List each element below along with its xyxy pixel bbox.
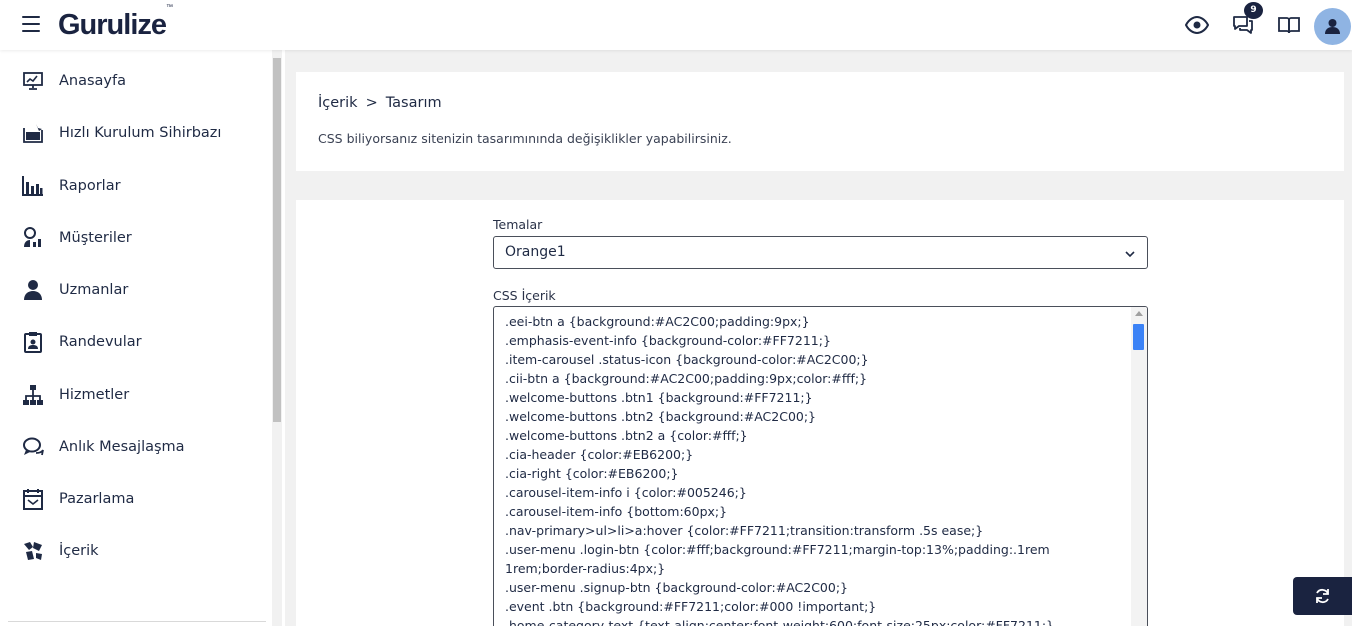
css-editor-card: Temalar Orange1 CSS İçerik .eei-btn a {b… (296, 200, 1344, 626)
sidebar-divider (8, 621, 266, 622)
book-icon[interactable] (1277, 13, 1303, 37)
css-code-line: .user-menu .signup-btn {background-color… (505, 580, 848, 595)
css-code-line: .nav-primary>ul>li>a:hover {color:#FF721… (505, 523, 984, 538)
refresh-button[interactable] (1293, 577, 1352, 615)
sidebar-item-label: Uzmanlar (59, 282, 129, 298)
scroll-up-arrow-icon[interactable] (1135, 311, 1143, 316)
sidebar-scrollbar-thumb[interactable] (273, 58, 281, 422)
sidebar-item-raporlar[interactable]: Raporlar (0, 164, 270, 208)
marketing-icon (22, 488, 44, 510)
sidebar-item-anasayfa[interactable]: Anasayfa (0, 59, 270, 103)
css-code-line: .welcome-buttons .btn2 a {color:#fff;} (505, 428, 748, 443)
css-code-line: .cia-header {color:#EB6200;} (505, 447, 694, 462)
page-header-card: İçerik > Tasarım CSS biliyorsanız sitenizi… (296, 72, 1344, 171)
sidebar-item-randevular[interactable]: Randevular (0, 320, 270, 364)
top-header: Gurulize™ 9 (0, 0, 1352, 50)
breadcrumb-parent[interactable]: İçerik (318, 95, 358, 111)
brand-logo[interactable]: Gurulize™ (58, 4, 173, 42)
sidebar-item-hizmetler[interactable]: Hizmetler (0, 373, 270, 417)
clipboard-icon (22, 331, 44, 353)
sidebar-item-label: Müşteriler (59, 230, 132, 246)
hamburger-menu-icon[interactable] (22, 16, 40, 32)
css-content-label: CSS İçerik (493, 288, 556, 303)
customers-icon (22, 227, 44, 249)
sidebar-item-icerik[interactable]: İçerik (0, 529, 270, 573)
textarea-scrollbar-thumb[interactable] (1133, 324, 1144, 350)
logo-trademark: ™ (166, 4, 174, 12)
sidebar-item-label: Pazarlama (59, 491, 135, 507)
hierarchy-icon (22, 384, 44, 406)
sidebar-item-pazarlama[interactable]: Pazarlama (0, 477, 270, 521)
sidebar-item-label: Anasayfa (59, 73, 127, 89)
user-icon (1325, 19, 1340, 34)
css-code-line: .item-carousel .status-icon {background-… (505, 352, 869, 367)
css-code-line: .user-menu .login-btn {color:#fff;backgr… (505, 542, 1050, 576)
bar-chart-icon (22, 175, 44, 197)
css-code-line: .event .btn {background:#FF7211;color:#0… (505, 599, 877, 614)
sidebar-item-label: Randevular (59, 334, 142, 350)
sidebar-item-label: Anlık Mesajlaşma (59, 439, 185, 455)
css-code-line: .cii-btn a {background:#AC2C00;padding:9… (505, 371, 868, 386)
chat-bubbles-icon (22, 436, 44, 458)
css-content-textarea[interactable]: .eei-btn a {background:#AC2C00;padding:9… (493, 306, 1148, 626)
page-description: CSS biliyorsanız sitenizin tasarımınında… (318, 131, 732, 146)
sidebar-item-label: Hizmetler (59, 387, 130, 403)
user-avatar[interactable] (1314, 8, 1351, 45)
eye-icon[interactable] (1184, 13, 1211, 37)
wizard-icon (22, 122, 44, 144)
dashboard-icon (22, 70, 44, 92)
css-code-lines: .eei-btn a {background:#AC2C00;padding:9… (505, 312, 1130, 626)
notification-badge: 9 (1244, 2, 1263, 19)
sidebar-item-anlik-mesajlasma[interactable]: Anlık Mesajlaşma (0, 425, 270, 469)
sidebar-item-label: Hızlı Kurulum Sihirbazı (59, 125, 222, 141)
sidebar: Anasayfa Hızlı Kurulum Sihirbazı Raporla… (0, 50, 285, 626)
theme-select-value: Orange1 (505, 244, 566, 260)
breadcrumb-current: Tasarım (385, 95, 442, 111)
css-code-line: .carousel-item-info i {color:#005246;} (505, 485, 747, 500)
textarea-scrollbar-track[interactable] (1131, 307, 1147, 626)
css-code-line: .carousel-item-info {bottom:60px;} (505, 504, 728, 519)
sidebar-item-musteriler[interactable]: Müşteriler (0, 216, 270, 260)
css-code-line: .emphasis-event-info {background-color:#… (505, 333, 831, 348)
css-code-line: .eei-btn a {background:#AC2C00;padding:9… (505, 314, 810, 329)
theme-label: Temalar (493, 217, 543, 232)
sidebar-item-label: İçerik (59, 543, 99, 559)
css-code-line: .cia-right {color:#EB6200;} (505, 466, 679, 481)
css-code-line: .welcome-buttons .btn2 {background:#AC2C… (505, 409, 817, 424)
sidebar-item-uzmanlar[interactable]: Uzmanlar (0, 268, 270, 312)
css-code-line: .welcome-buttons .btn1 {background:#FF72… (505, 390, 813, 405)
refresh-icon (1316, 588, 1329, 604)
chevron-down-icon (1123, 246, 1137, 260)
sidebar-item-hizli-kurulum[interactable]: Hızlı Kurulum Sihirbazı (0, 111, 270, 155)
content-icon (22, 540, 44, 562)
theme-select[interactable]: Orange1 (493, 236, 1148, 269)
breadcrumb-separator: > (365, 95, 378, 111)
expert-icon (22, 279, 44, 301)
logo-text: Gurulize (58, 9, 167, 41)
sidebar-item-label: Raporlar (59, 178, 121, 194)
breadcrumb: İçerik > Tasarım (318, 95, 442, 111)
css-code-line: .home-category-text {text-align:center;f… (505, 618, 1055, 626)
